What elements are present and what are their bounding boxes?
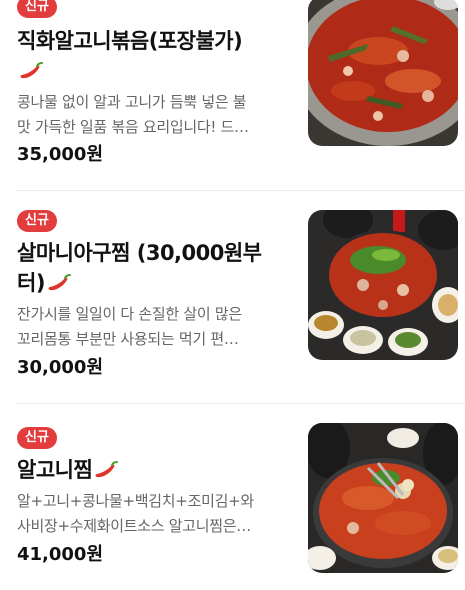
menu-item-description: 콩나물 없이 알과 고니가 듬뿍 넣은 불 맛 가득한 일품 볶음 요리입니다!… xyxy=(17,90,289,140)
menu-item-title: 직화알고니볶음(포장불가) xyxy=(17,26,292,86)
menu-item-title-text: 살마니아구찜 (30,000원부 xyxy=(17,241,262,265)
menu-item-price: 41,000원 xyxy=(17,544,104,565)
description-line: 꼬리몸통 부분만 사용되는 먹기 편… xyxy=(17,330,239,348)
menu-item-price: 30,000원 xyxy=(17,357,104,378)
menu-item-photo xyxy=(308,210,458,360)
menu-item-title-text: 터) xyxy=(17,271,45,295)
description-line: 콩나물 없이 알과 고니가 듬뿍 넣은 불 xyxy=(17,93,247,111)
chili-pepper-icon xyxy=(47,271,73,291)
new-badge: 신규 xyxy=(17,0,57,18)
chili-pepper-icon xyxy=(19,59,45,79)
description-line: 알+고니+콩나물+백김치+조미김+와 xyxy=(17,492,254,510)
menu-item-photo xyxy=(308,423,458,573)
item-divider xyxy=(17,403,465,404)
new-badge: 신규 xyxy=(17,210,57,232)
menu-item-description: 잔가시를 일일이 다 손질한 살이 많은 꼬리몸통 부분만 사용되는 먹기 편… xyxy=(17,302,289,352)
menu-item-title: 알고니찜 xyxy=(17,455,292,485)
menu-item-title-text: 직화알고니볶음(포장불가) xyxy=(17,29,243,53)
menu-item-title: 살마니아구찜 (30,000원부 터) xyxy=(17,238,292,298)
menu-item-title-text: 알고니찜 xyxy=(17,458,93,482)
menu-item-price: 35,000원 xyxy=(17,144,104,165)
item-divider xyxy=(17,190,465,191)
new-badge: 신규 xyxy=(17,427,57,449)
menu-item-photo xyxy=(308,0,458,146)
menu-item-description: 알+고니+콩나물+백김치+조미김+와 사비장+수제화이트소스 알고니찜은… xyxy=(17,489,289,539)
description-line: 사비장+수제화이트소스 알고니찜은… xyxy=(17,517,251,535)
description-line: 맛 가득한 일품 볶음 요리입니다! 드… xyxy=(17,118,249,136)
description-line: 잔가시를 일일이 다 손질한 살이 많은 xyxy=(17,305,242,323)
chili-pepper-icon xyxy=(94,458,120,478)
